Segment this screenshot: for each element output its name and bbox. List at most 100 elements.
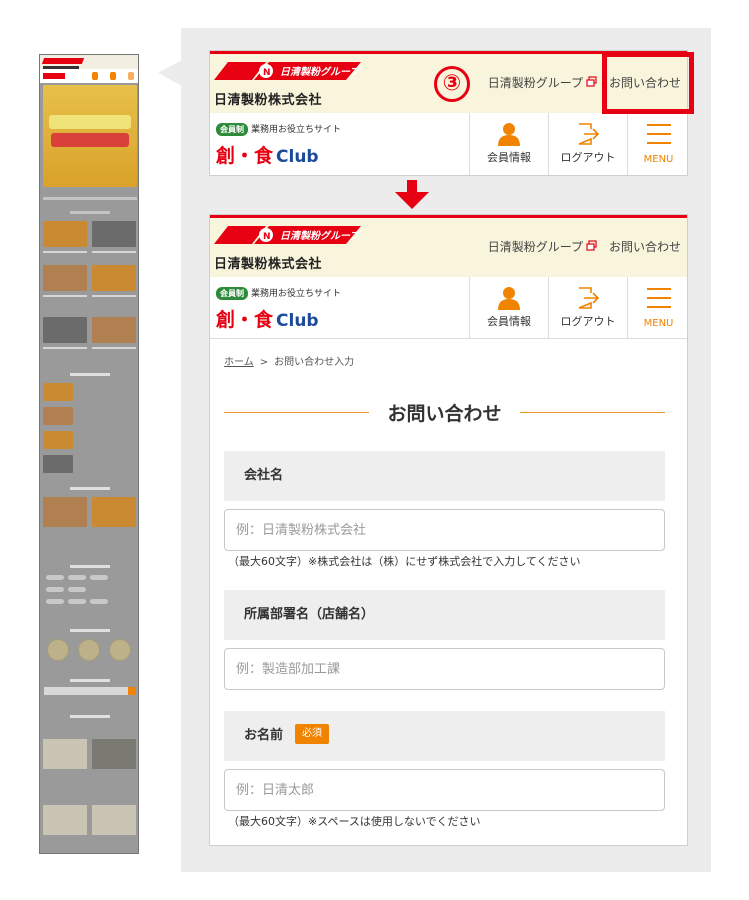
member-info-button[interactable]: 会員情報 bbox=[469, 113, 548, 175]
logout-button[interactable]: ログアウト bbox=[548, 113, 627, 175]
menu-label: MENU bbox=[643, 154, 674, 165]
external-link-icon bbox=[586, 240, 597, 251]
thumbnail-tag bbox=[68, 587, 86, 592]
club-tag-text: 業務用お役立ちサイト bbox=[251, 289, 342, 299]
contact-page: N 日清製粉グループ 日清製粉株式会社 日清製粉グループ お問い合わせ 会員制 業務… bbox=[209, 214, 688, 846]
thumbnail-text bbox=[92, 347, 136, 349]
club-logo[interactable]: 創・食 Club bbox=[216, 141, 319, 168]
page-title-row: お問い合わせ bbox=[224, 397, 665, 427]
member-info-label: 会員情報 bbox=[487, 315, 531, 328]
thumbnail-notice bbox=[43, 197, 137, 200]
svg-text:N: N bbox=[263, 232, 271, 242]
user-icon bbox=[498, 123, 520, 146]
company-name: 日清製粉株式会社 bbox=[214, 93, 323, 108]
group-link[interactable]: 日清製粉グループ bbox=[488, 76, 583, 90]
thumbnail-menu-icon bbox=[128, 72, 134, 80]
external-link-icon bbox=[586, 76, 597, 87]
thumbnail-ranking bbox=[78, 639, 100, 661]
thumbnail-tag bbox=[46, 599, 64, 604]
member-info-label: 会員情報 bbox=[487, 151, 531, 164]
thumbnail-card bbox=[92, 221, 136, 247]
thumbnail-section-title bbox=[70, 487, 110, 490]
club-logo[interactable]: 創・食 Club bbox=[216, 305, 319, 332]
thumbnail-card bbox=[43, 407, 73, 425]
name-field-label: お名前 必須 bbox=[224, 711, 665, 761]
thumbnail-club-logo bbox=[43, 73, 65, 79]
thumbnail-card bbox=[43, 497, 87, 527]
thumbnail-section-title bbox=[70, 715, 110, 718]
logout-label: ログアウト bbox=[560, 315, 616, 328]
thumbnail-section-title bbox=[70, 565, 110, 568]
club-tagline: 会員制 業務用お役立ちサイト bbox=[216, 122, 341, 136]
thumbnail-card bbox=[43, 455, 73, 473]
thumbnail-member-icon bbox=[92, 72, 98, 80]
group-link[interactable]: 日清製粉グループ bbox=[488, 240, 583, 254]
club-name-latin: Club bbox=[276, 311, 319, 331]
user-icon bbox=[498, 287, 520, 310]
svg-text:日清製粉グループ: 日清製粉グループ bbox=[280, 230, 361, 242]
down-arrow-icon bbox=[395, 180, 429, 209]
callout-pointer bbox=[158, 60, 182, 86]
thumbnail-photo bbox=[92, 739, 136, 769]
logout-icon bbox=[578, 287, 600, 309]
header-band: N 日清製粉グループ 日清製粉株式会社 日清製粉グループ お問い合わせ bbox=[210, 218, 687, 277]
menu-button[interactable]: MENU bbox=[627, 277, 687, 339]
page-title: お問い合わせ bbox=[387, 403, 502, 425]
name-label-text: お名前 bbox=[244, 728, 284, 743]
thumbnail-section-title bbox=[70, 211, 110, 214]
logout-label: ログアウト bbox=[560, 151, 616, 164]
thumbnail-tag bbox=[46, 587, 64, 592]
logout-icon bbox=[578, 123, 600, 145]
logout-button[interactable]: ログアウト bbox=[548, 277, 627, 339]
thumbnail-ranking bbox=[47, 639, 69, 661]
thumbnail-tag bbox=[90, 575, 108, 580]
nisshin-group-logo: N 日清製粉グループ bbox=[214, 226, 361, 244]
contact-highlight-box bbox=[602, 52, 694, 114]
department-field-label: 所属部署名（店舗名） bbox=[224, 590, 665, 640]
company-field-label: 会社名 bbox=[224, 451, 665, 501]
thumbnail-section-title bbox=[70, 373, 110, 376]
thumbnail-tag bbox=[46, 575, 64, 580]
thumbnail-photo bbox=[43, 739, 87, 769]
company-note: （最大60文字）※株式会社は（株）にせず株式会社で入力してください bbox=[228, 555, 581, 568]
contact-link[interactable]: お問い合わせ bbox=[609, 240, 681, 254]
name-input[interactable] bbox=[224, 769, 665, 811]
breadcrumb-current: お問い合わせ入力 bbox=[274, 357, 355, 368]
name-note: （最大60文字）※スペースは使用しないでください bbox=[228, 815, 481, 828]
department-input[interactable] bbox=[224, 648, 665, 690]
thumbnail-text bbox=[92, 251, 136, 253]
thumbnail-search bbox=[44, 687, 136, 695]
club-tagline: 会員制 業務用お役立ちサイト bbox=[216, 286, 341, 300]
company-name: 日清製粉株式会社 bbox=[214, 257, 323, 272]
thumbnail-card bbox=[92, 265, 136, 291]
step-number-badge: ③ bbox=[434, 66, 470, 102]
thumbnail-card bbox=[43, 317, 87, 343]
menu-label: MENU bbox=[643, 318, 674, 329]
thumbnail-photo bbox=[43, 805, 87, 835]
thumbnail-tag bbox=[68, 575, 86, 580]
club-name-kanji: 創・食 bbox=[216, 145, 274, 167]
thumbnail-text bbox=[43, 347, 87, 349]
hamburger-icon bbox=[646, 124, 671, 144]
company-input[interactable] bbox=[224, 509, 665, 551]
thumbnail-photo bbox=[92, 805, 136, 835]
breadcrumb: ホーム > お問い合わせ入力 bbox=[224, 353, 354, 368]
page-thumbnail bbox=[39, 54, 139, 854]
hamburger-icon bbox=[646, 288, 671, 308]
menu-button[interactable]: MENU bbox=[627, 113, 687, 175]
breadcrumb-separator: > bbox=[259, 357, 269, 368]
department-label-text: 所属部署名（店舗名） bbox=[244, 607, 375, 622]
breadcrumb-home-link[interactable]: ホーム bbox=[224, 357, 254, 368]
thumbnail-card bbox=[43, 265, 87, 291]
nav-bar: 会員制 業務用お役立ちサイト 創・食 Club 会員情報 ログアウト MENU bbox=[210, 277, 687, 339]
thumbnail-card bbox=[92, 317, 136, 343]
nav-bar: 会員制 業務用お役立ちサイト 創・食 Club 会員情報 ログアウト MENU bbox=[210, 113, 687, 175]
club-tag-text: 業務用お役立ちサイト bbox=[251, 125, 342, 135]
thumbnail-text bbox=[43, 295, 87, 297]
thumbnail-card bbox=[43, 221, 87, 247]
thumbnail-card bbox=[43, 431, 73, 449]
thumbnail-card bbox=[43, 383, 73, 401]
thumbnail-section-title bbox=[70, 679, 110, 682]
member-info-button[interactable]: 会員情報 bbox=[469, 277, 548, 339]
club-badge: 会員制 bbox=[216, 287, 248, 300]
